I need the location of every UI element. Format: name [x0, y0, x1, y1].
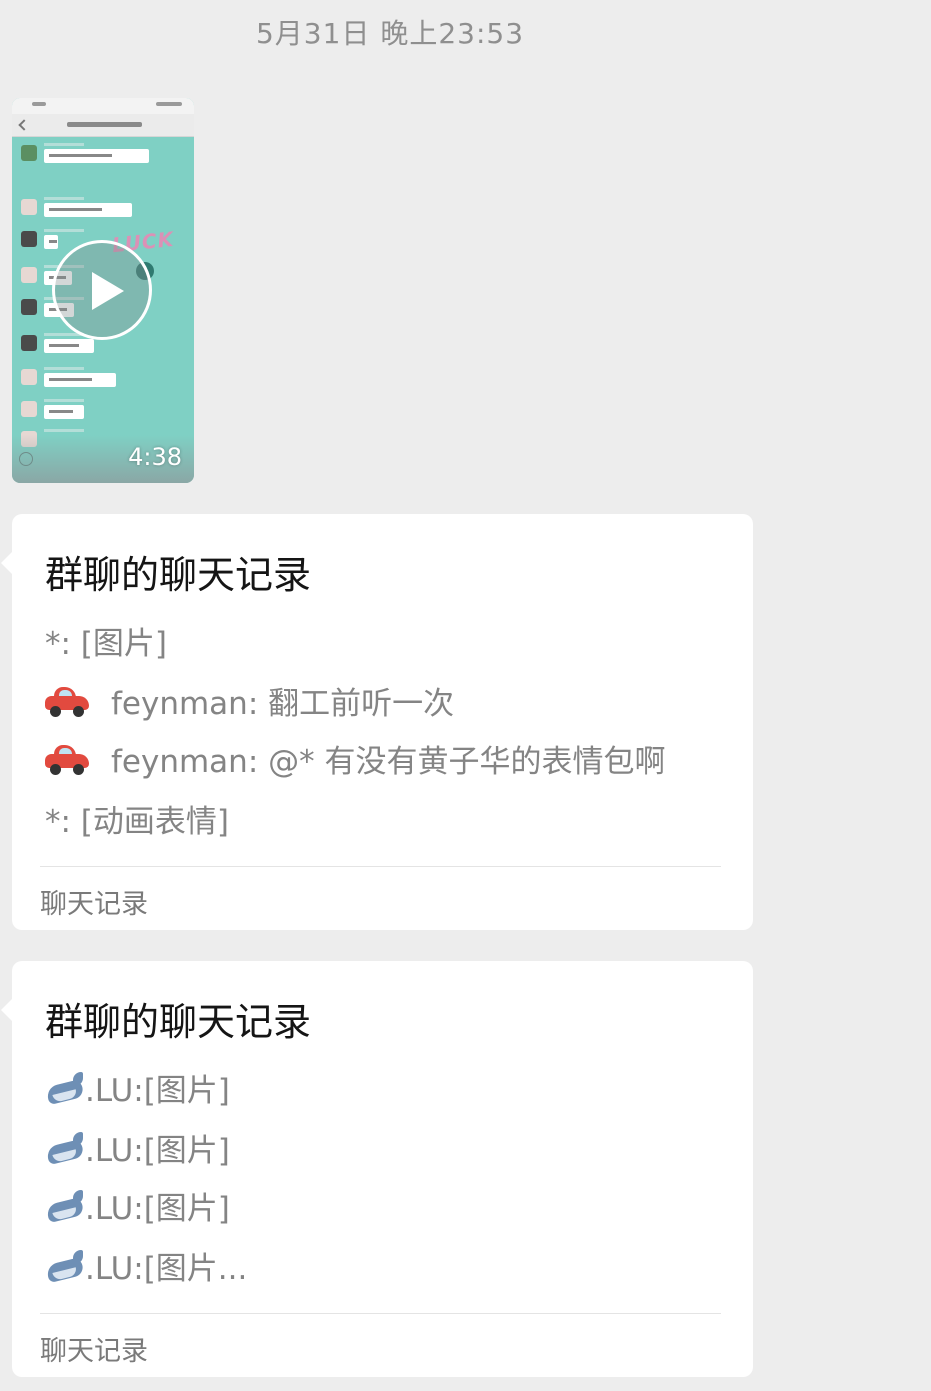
card-footer-label: 聊天记录: [40, 889, 148, 920]
whale-icon: [45, 1188, 85, 1224]
video-thumb-chat-row: [12, 142, 194, 172]
card-divider: [40, 1313, 721, 1314]
video-message[interactable]: LUCK 4:38: [12, 98, 194, 483]
whale-icon: [45, 1130, 85, 1166]
card-title: 群聊的聊天记录: [45, 553, 312, 597]
chat-record-line-text: .LU:[图片]: [85, 1133, 230, 1169]
chat-record-line: .LU:[图片]: [45, 1065, 230, 1110]
card-divider: [40, 866, 721, 867]
play-icon[interactable]: [52, 240, 152, 340]
chat-record-line: .LU:[图片]: [45, 1183, 230, 1228]
video-thumb-chat-row: [12, 196, 194, 226]
chat-record-line-text: .LU:[图片]: [85, 1191, 230, 1227]
car-icon: [45, 686, 89, 717]
video-duration: 4:38: [128, 443, 182, 471]
chat-record-line-text: .LU:[图片...: [85, 1251, 248, 1287]
chat-record-card[interactable]: 群聊的聊天记录 .LU:[图片] .LU:[图片] .LU:[图片] .LU:[…: [1, 961, 753, 1377]
car-icon: [45, 744, 89, 775]
chat-record-line: *: [图片]: [45, 618, 167, 663]
chat-record-line-text: feynman: @* 有没有黄子华的表情包啊: [111, 744, 666, 780]
chat-record-line-text: *: [动画表情]: [45, 804, 229, 840]
voice-icon: [19, 452, 33, 466]
video-thumb-chat-row: [12, 366, 194, 396]
chat-record-line: feynman: 翻工前听一次: [45, 678, 454, 723]
card-title: 群聊的聊天记录: [45, 1000, 312, 1044]
whale-icon: [45, 1070, 85, 1106]
chat-record-line: *: [动画表情]: [45, 796, 229, 841]
video-thumb-chat-row: [12, 398, 194, 428]
chat-record-line-text: *: [图片]: [45, 626, 167, 662]
card-footer-label: 聊天记录: [40, 1336, 148, 1367]
video-thumb-status-bar: [12, 98, 194, 114]
chat-record-line-text: .LU:[图片]: [85, 1073, 230, 1109]
chat-record-line: feynman: @* 有没有黄子华的表情包啊: [45, 736, 665, 781]
chat-record-line-text: feynman: 翻工前听一次: [111, 686, 455, 722]
video-thumb-nav-bar: [12, 114, 194, 137]
chat-record-card[interactable]: 群聊的聊天记录 *: [图片] feynman: 翻工前听一次 feynman:…: [1, 514, 753, 930]
chat-record-line: .LU:[图片...: [45, 1243, 247, 1288]
whale-icon: [45, 1248, 85, 1284]
chat-record-line: .LU:[图片]: [45, 1125, 230, 1170]
message-timestamp: 5月31日 晚上23:53: [255, 17, 525, 50]
